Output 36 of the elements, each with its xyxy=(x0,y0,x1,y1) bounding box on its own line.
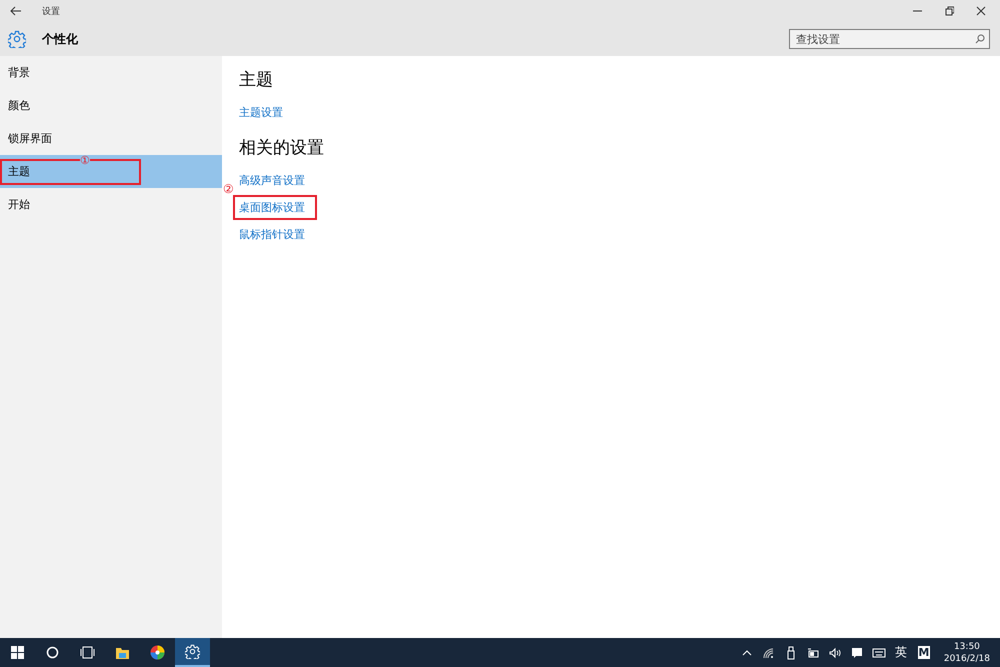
message-icon[interactable] xyxy=(850,646,864,660)
task-view-icon xyxy=(80,645,95,660)
input-language-indicator[interactable]: 英 xyxy=(890,644,912,661)
taskbar-button[interactable] xyxy=(175,638,210,667)
input-mode-indicator[interactable]: M xyxy=(918,646,930,659)
nav-item[interactable]: 背景 xyxy=(0,56,222,89)
settings-link[interactable]: 主题设置 xyxy=(239,99,283,126)
close-icon xyxy=(976,6,986,16)
nav-item[interactable]: 开始 xyxy=(0,188,222,221)
page-title: 个性化 xyxy=(42,30,79,48)
clock-date[interactable]: 2016/2/18 xyxy=(944,652,990,664)
back-arrow-icon xyxy=(10,6,22,16)
search-field[interactable]: 查找设置 xyxy=(789,29,990,49)
battery-icon[interactable] xyxy=(806,646,820,660)
speaker-icon[interactable] xyxy=(828,646,842,660)
search-icon xyxy=(45,645,60,660)
settings-link[interactable]: 桌面图标设置 xyxy=(239,194,305,221)
section-heading: 相关的设置 xyxy=(239,137,325,160)
settings-link[interactable]: 鼠标指针设置 xyxy=(239,221,305,248)
color-wheel-icon xyxy=(150,645,165,660)
restore-icon xyxy=(944,6,954,16)
settings-link[interactable]: 高级声音设置 xyxy=(239,167,305,194)
nav-item[interactable]: 颜色 xyxy=(0,89,222,122)
step-number: ② xyxy=(223,182,234,196)
step-number: ① xyxy=(80,155,90,166)
settings-icon xyxy=(8,30,26,48)
nav-item[interactable]: 锁屏界面 xyxy=(0,122,222,155)
section-heading: 主题 xyxy=(239,69,274,92)
wifi-icon[interactable] xyxy=(762,646,776,660)
search-icon xyxy=(975,34,985,44)
start-icon xyxy=(10,645,25,660)
settings-icon xyxy=(185,644,200,659)
clock-time[interactable]: 13:50 xyxy=(954,640,980,652)
window-title: 设置 xyxy=(42,6,61,18)
keyboard-icon[interactable] xyxy=(872,646,886,660)
folder-icon xyxy=(115,645,130,660)
